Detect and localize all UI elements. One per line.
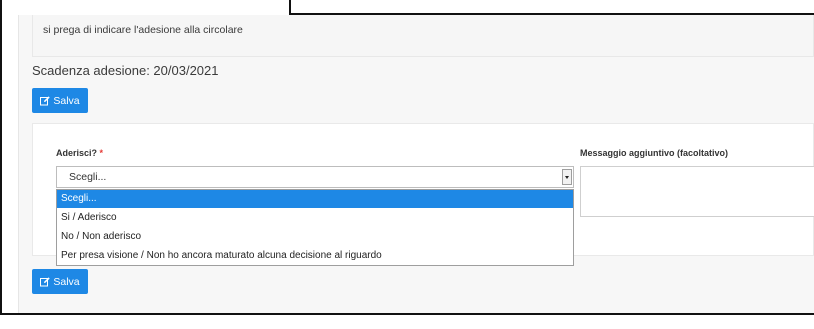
dropdown-option[interactable]: No / Non aderisco — [57, 228, 573, 246]
required-mark: * — [99, 148, 104, 158]
notice-text: si prega di indicare l'adesione alla cir… — [43, 24, 243, 36]
adhesion-label-text: Aderisci? — [56, 148, 98, 158]
dropdown-option[interactable]: Scegli... — [57, 190, 573, 208]
adhesion-label: Aderisci? * — [56, 148, 103, 158]
notice-box: si prega di indicare l'adesione alla cir… — [32, 15, 814, 57]
dropdown-option[interactable]: Si / Aderisco — [57, 209, 573, 227]
edit-icon — [40, 95, 51, 106]
frame-border-left — [0, 0, 2, 315]
message-label: Messaggio aggiuntivo (facoltativo) — [580, 148, 729, 158]
save-button-label: Salva — [53, 94, 80, 107]
dropdown-option[interactable]: Per presa visione / Non ho ancora matura… — [57, 247, 573, 265]
deadline-text: Scadenza adesione: 20/03/2021 — [32, 63, 219, 78]
save-button-label: Salva — [53, 275, 80, 288]
additional-message-textarea[interactable] — [580, 166, 814, 217]
chevron-down-icon[interactable] — [562, 169, 572, 185]
save-button-bottom[interactable]: Salva — [32, 269, 88, 294]
frame-border-bottom — [0, 313, 814, 315]
adhesion-dropdown-list: Scegli... Si / Aderisco No / Non aderisc… — [56, 189, 574, 266]
save-button-top[interactable]: Salva — [32, 88, 88, 113]
adhesion-select-value: Scegli... — [69, 171, 107, 183]
adhesion-select[interactable]: Scegli... — [56, 166, 574, 188]
callout-box — [289, 0, 814, 15]
edit-icon — [40, 276, 51, 287]
